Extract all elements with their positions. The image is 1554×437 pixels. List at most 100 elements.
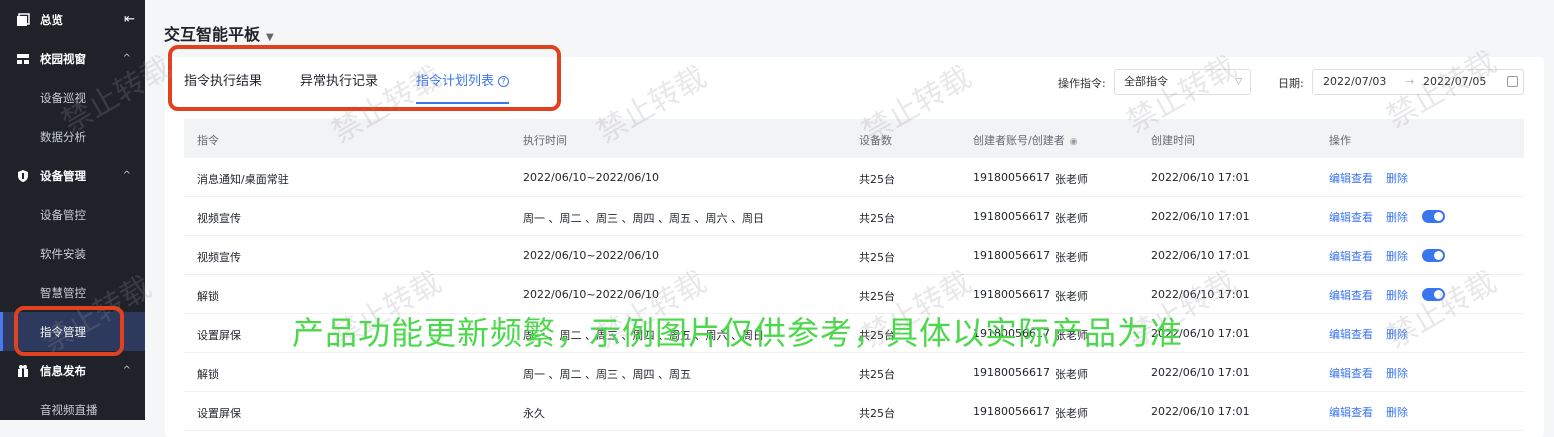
edit-view-link[interactable]: 编辑查看 xyxy=(1329,406,1373,419)
cell-command: 消息通知/桌面常驻 xyxy=(197,173,289,186)
caret-down-icon: ▼ xyxy=(266,32,274,43)
cell-account: 19180056617 xyxy=(973,288,1050,301)
chevron-up-icon: ^ xyxy=(122,170,131,181)
content-card: 指令执行结果 异常执行记录 指令计划列表? 操作指令: 全部指令 ▽ 日期: 2… xyxy=(165,57,1544,437)
sidebar-item-label: 智慧管控 xyxy=(40,285,86,300)
cell-account: 19180056617 xyxy=(973,171,1050,184)
sidebar-group-info[interactable]: 信息发布 ^ xyxy=(0,351,145,390)
cell-command: 解锁 xyxy=(197,368,219,381)
cell-creator: 张老师 xyxy=(1055,173,1088,186)
page-title[interactable]: 交互智能平板 ▼ xyxy=(164,21,274,45)
cell-created-time: 2022/06/10 17:01 xyxy=(1151,210,1250,223)
gift-icon xyxy=(18,364,28,377)
sidebar-item-software[interactable]: 软件安装 xyxy=(0,234,145,273)
cell-device-count: 共25台 xyxy=(859,290,895,303)
calendar-icon[interactable] xyxy=(1507,76,1518,87)
cell-exec-time: 2022/06/10~2022/06/10 xyxy=(523,171,660,184)
delete-link[interactable]: 删除 xyxy=(1386,211,1408,224)
date-end[interactable]: 2022/07/05 xyxy=(1423,70,1486,94)
table-row: 消息通知/桌面常驻 2022/06/10~2022/06/10 共25台 191800… xyxy=(184,158,1524,197)
sidebar-group-campus[interactable]: 校园视窗 ^ xyxy=(0,39,145,78)
cell-account: 19180056617 xyxy=(973,405,1050,418)
col-device-count: 设备数 xyxy=(859,134,892,147)
edit-view-link[interactable]: 编辑查看 xyxy=(1329,289,1373,302)
edit-view-link[interactable]: 编辑查看 xyxy=(1329,328,1373,341)
col-creator-label: 创建者账号/创建者 xyxy=(973,134,1065,147)
cell-account: 19180056617 xyxy=(973,210,1050,223)
delete-link[interactable]: 删除 xyxy=(1386,250,1408,263)
sidebar-overview-label: 总览 xyxy=(40,12,63,27)
eye-icon[interactable]: ◉ xyxy=(1070,137,1078,147)
op-command-select[interactable]: 全部指令 ▽ xyxy=(1114,69,1251,95)
sidebar-item-label: 设备管控 xyxy=(40,207,86,222)
sidebar-item-analysis[interactable]: 数据分析 xyxy=(0,117,145,156)
cell-actions: 编辑查看 删除 xyxy=(1329,365,1421,381)
table-row: 设置屏保 永久 共25台 19180056617 张老师 2022/06/10 17:01… xyxy=(184,392,1524,431)
cell-created-time: 2022/06/10 17:01 xyxy=(1151,405,1250,418)
cell-actions: 编辑查看 删除 xyxy=(1329,287,1445,303)
delete-link[interactable]: 删除 xyxy=(1386,289,1408,302)
col-creator: 创建者账号/创建者 ◉ xyxy=(973,132,1078,148)
delete-link[interactable]: 删除 xyxy=(1386,172,1408,185)
edit-view-link[interactable]: 编辑查看 xyxy=(1329,367,1373,380)
chevron-up-icon: ^ xyxy=(122,53,131,64)
cell-account: 19180056617 xyxy=(973,366,1050,379)
sidebar-item-label: 数据分析 xyxy=(40,129,86,144)
date-start[interactable]: 2022/07/03 xyxy=(1323,70,1386,94)
col-actions: 操作 xyxy=(1329,134,1351,147)
sidebar-item-overview[interactable]: 总览 ⇤ xyxy=(0,0,145,39)
sidebar-item-label: 软件安装 xyxy=(40,246,86,261)
chevron-down-icon: ▽ xyxy=(1235,77,1242,87)
enable-toggle[interactable] xyxy=(1422,249,1445,262)
cell-exec-time: 2022/06/10~2022/06/10 xyxy=(523,288,660,301)
edit-view-link[interactable]: 编辑查看 xyxy=(1329,172,1373,185)
cell-created-time: 2022/06/10 17:01 xyxy=(1151,366,1250,379)
col-created-time: 创建时间 xyxy=(1151,134,1195,147)
delete-link[interactable]: 删除 xyxy=(1386,367,1408,380)
cell-exec-time: 永久 xyxy=(523,407,545,420)
sidebar-group-label: 信息发布 xyxy=(40,363,86,378)
col-exec-time: 执行时间 xyxy=(523,134,567,147)
chevron-up-icon: ^ xyxy=(122,365,131,376)
sidebar-group-device[interactable]: 设备管理 ^ xyxy=(0,156,145,195)
sidebar-item-live[interactable]: 音视频直播 xyxy=(0,390,145,429)
campus-window-icon xyxy=(17,53,29,64)
table-row: 视频宣传 周一 、周二 、周三 、周四 、周五 、周六 、周日 共25台 191800… xyxy=(184,197,1524,236)
enable-toggle[interactable] xyxy=(1422,210,1445,223)
cell-creator: 张老师 xyxy=(1055,407,1088,420)
collapse-sidebar-icon[interactable]: ⇤ xyxy=(124,12,135,27)
cell-command: 设置屏保 xyxy=(197,407,241,420)
cell-account: 19180056617 xyxy=(973,249,1050,262)
op-filter-label: 操作指令: xyxy=(1058,77,1106,90)
cell-command: 视频宣传 xyxy=(197,212,241,225)
cell-exec-time: 周一 、周二 、周三 、周四 、周五 xyxy=(523,368,691,381)
op-command-value: 全部指令 xyxy=(1124,75,1168,88)
edit-view-link[interactable]: 编辑查看 xyxy=(1329,250,1373,263)
cell-command: 设置屏保 xyxy=(197,329,241,342)
cell-actions: 编辑查看 删除 xyxy=(1329,248,1445,264)
sidebar-group-label: 设备管理 xyxy=(40,168,86,183)
cell-actions: 编辑查看 删除 xyxy=(1329,209,1445,225)
delete-link[interactable]: 删除 xyxy=(1386,328,1408,341)
cell-created-time: 2022/06/10 17:01 xyxy=(1151,171,1250,184)
sidebar-item-patrol[interactable]: 设备巡视 xyxy=(0,78,145,117)
disclaimer-overlay: 产品功能更新频繁，示例图片仅供参考，具体以实际产品为准 xyxy=(292,314,1184,352)
cell-device-count: 共25台 xyxy=(859,368,895,381)
cell-device-count: 共25台 xyxy=(859,173,895,186)
cell-created-time: 2022/06/10 17:01 xyxy=(1151,249,1250,262)
tabs-highlight-box xyxy=(168,45,561,111)
table-row: 视频宣传 2022/06/10~2022/06/10 共25台 19180056617… xyxy=(184,236,1524,275)
shield-icon xyxy=(18,169,28,182)
cell-creator: 张老师 xyxy=(1055,368,1088,381)
sidebar-item-device-control[interactable]: 设备管控 xyxy=(0,195,145,234)
menu-highlight-box xyxy=(14,306,124,356)
cell-creator: 张老师 xyxy=(1055,212,1088,225)
enable-toggle[interactable] xyxy=(1422,288,1445,301)
cell-device-count: 共25台 xyxy=(859,251,895,264)
edit-view-link[interactable]: 编辑查看 xyxy=(1329,211,1373,224)
date-range-picker[interactable]: 2022/07/03 → 2022/07/05 xyxy=(1312,69,1524,95)
delete-link[interactable]: 删除 xyxy=(1386,406,1408,419)
cell-actions: 编辑查看 删除 xyxy=(1329,170,1421,186)
cell-exec-time: 周一 、周二 、周三 、周四 、周五 、周六 、周日 xyxy=(523,212,764,225)
cell-exec-time: 2022/06/10~2022/06/10 xyxy=(523,249,660,262)
